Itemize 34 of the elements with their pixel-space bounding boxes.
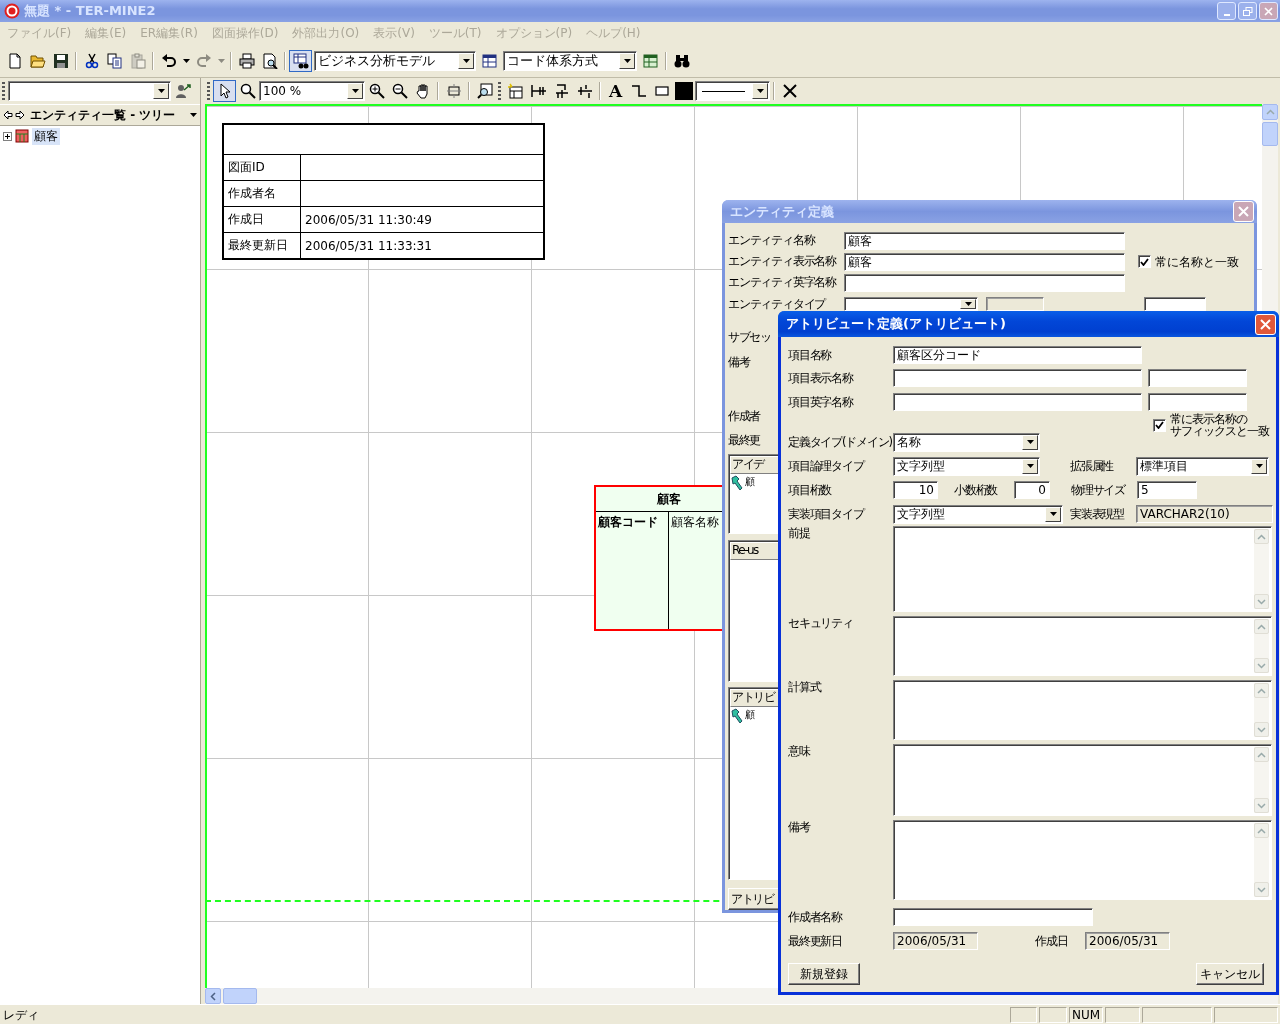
checkbox-label: サフィックスと一致 xyxy=(1170,425,1269,437)
field-label: 作成者名称 xyxy=(788,909,844,925)
field-label: 意味 xyxy=(788,744,812,759)
table-cell: 作成者名 xyxy=(223,180,301,207)
window-title: 無題 * - TER-MINE2 xyxy=(24,2,157,20)
field-label: 物理サイズ xyxy=(1071,482,1127,498)
checkbox-label: 常に表示名称の xyxy=(1170,413,1249,425)
field-label: サブセッ xyxy=(728,329,771,345)
field-label: 備考 xyxy=(728,354,751,370)
field-label: 作成者 xyxy=(728,408,761,424)
field-label: 実装表現型 xyxy=(1070,506,1125,522)
panel-title: エンティティ一覧 - ツリー xyxy=(30,106,177,124)
field-label: 最終更 xyxy=(728,432,761,448)
table-cell: 図面ID xyxy=(223,154,301,181)
field-label: エンティティ表示名称 xyxy=(728,254,838,269)
entity-attribute: 顧客コード xyxy=(596,512,669,629)
field-label: 項目名称 xyxy=(788,347,833,363)
status-message: レディ xyxy=(3,1006,40,1024)
table-cell: 作成日 xyxy=(223,206,301,233)
field-label: 項目表示名称 xyxy=(788,370,855,386)
field-label: 作成日 xyxy=(1035,933,1069,949)
field-label: エンティティ名称 xyxy=(728,233,816,248)
field-label: 拡張属性 xyxy=(1070,458,1115,474)
field-label: 項目英字名称 xyxy=(788,394,855,410)
entity-attribute: 顧客名称 xyxy=(670,514,720,531)
field-label: 備考 xyxy=(788,820,812,835)
field-label: 最終更新日 xyxy=(788,933,843,949)
dialog-title: エンティティ定義 xyxy=(730,202,835,221)
field-label: 定義タイプ(ドメイン) xyxy=(788,434,893,450)
num-lock-indicator: NUM xyxy=(1069,1007,1103,1023)
field-label: 小数桁数 xyxy=(954,482,999,498)
field-label: エンティティ英字名称 xyxy=(728,275,838,290)
field-label: エンティティタイプ xyxy=(728,297,827,312)
dialog-title: アトリビュート定義(アトリビュート) xyxy=(786,315,1007,333)
